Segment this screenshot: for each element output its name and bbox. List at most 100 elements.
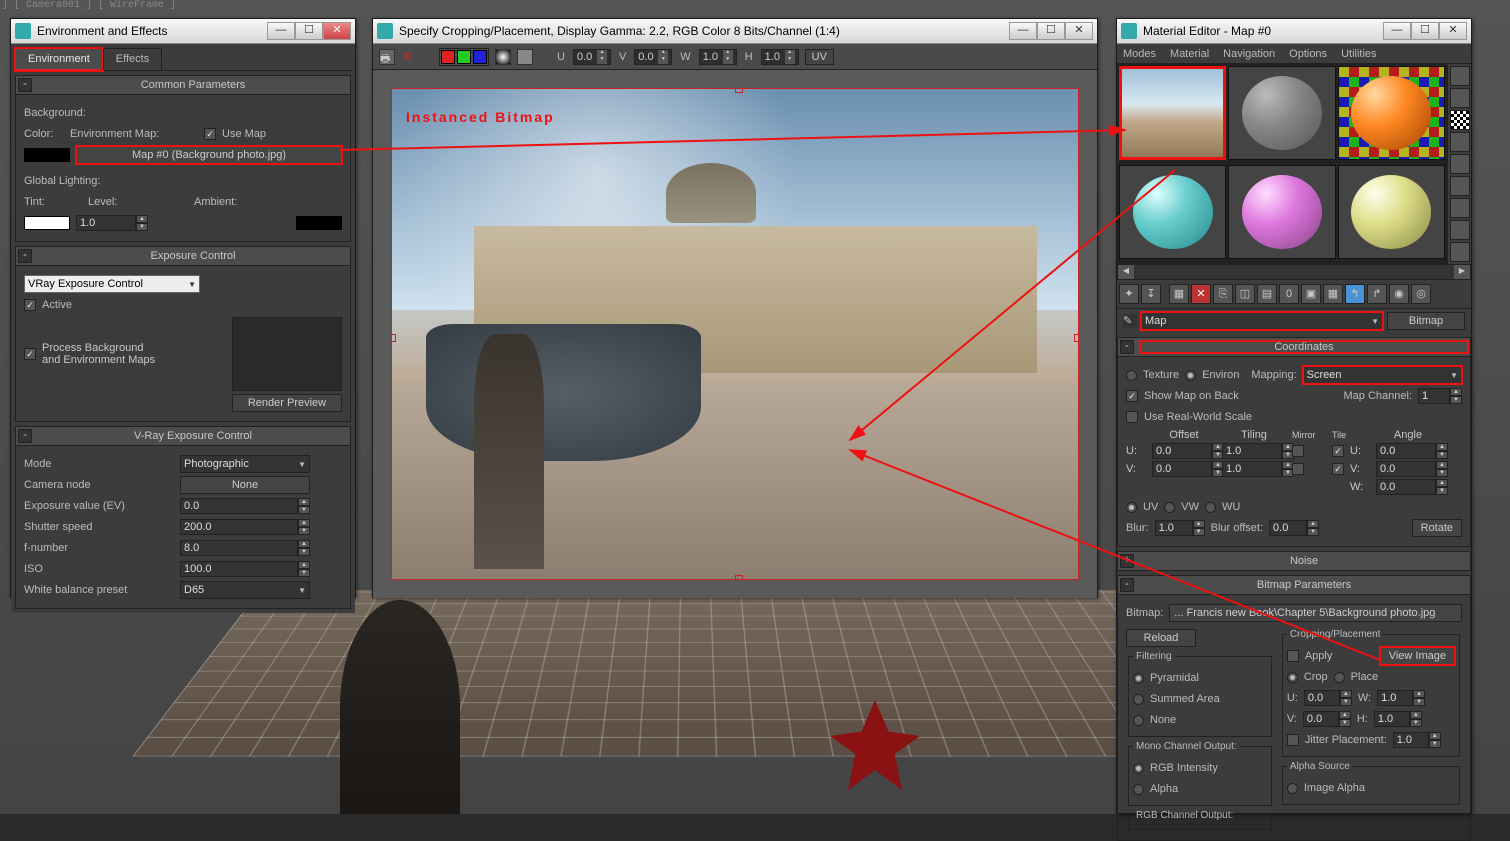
vw-radio[interactable] bbox=[1164, 502, 1175, 513]
background-color-swatch[interactable] bbox=[24, 148, 70, 162]
crop-handle[interactable] bbox=[1074, 334, 1079, 342]
fnumber-spinner[interactable]: 8.0▲▼ bbox=[180, 540, 310, 556]
bitmap-path-button[interactable]: ... Francis new Book\Chapter 5\Backgroun… bbox=[1169, 604, 1462, 622]
tab-effects[interactable]: Effects bbox=[103, 48, 162, 70]
minimize-button[interactable]: — bbox=[1383, 22, 1411, 40]
material-slot-3[interactable] bbox=[1338, 66, 1445, 160]
put-to-scene-icon[interactable]: ↧ bbox=[1141, 284, 1161, 304]
crop-h-spinner[interactable]: 1.0▲▼ bbox=[1374, 711, 1422, 727]
material-slot-2[interactable] bbox=[1228, 66, 1335, 160]
material-slot-5[interactable] bbox=[1228, 165, 1335, 259]
rollout-common-parameters[interactable]: - Common Parameters bbox=[15, 75, 351, 95]
menu-options[interactable]: Options bbox=[1289, 48, 1327, 60]
menu-utilities[interactable]: Utilities bbox=[1341, 48, 1376, 60]
background-icon[interactable] bbox=[1450, 110, 1470, 130]
blur-offset-spinner[interactable]: 0.0▲▼ bbox=[1269, 520, 1319, 536]
u-spinner[interactable]: 0.0▲▼ bbox=[573, 49, 611, 65]
image-alpha-radio[interactable] bbox=[1287, 783, 1298, 794]
close-button[interactable]: ✕ bbox=[1439, 22, 1467, 40]
crop-image[interactable]: Instanced Bitmap bbox=[391, 88, 1079, 580]
menu-modes[interactable]: Modes bbox=[1123, 48, 1156, 60]
u-tile-checkbox[interactable] bbox=[1332, 445, 1344, 457]
rollout-exposure-control[interactable]: - Exposure Control bbox=[15, 246, 351, 266]
ev-spinner[interactable]: 0.0▲▼ bbox=[180, 498, 310, 514]
sample-uvtiling-icon[interactable] bbox=[1450, 132, 1470, 152]
crop-u-spinner[interactable]: 0.0▲▼ bbox=[1304, 690, 1352, 706]
mode-dropdown[interactable]: Photographic▼ bbox=[180, 455, 310, 473]
apply-checkbox[interactable] bbox=[1287, 650, 1299, 662]
none-radio[interactable] bbox=[1133, 715, 1144, 726]
menu-navigation[interactable]: Navigation bbox=[1223, 48, 1275, 60]
u-mirror-checkbox[interactable] bbox=[1292, 445, 1304, 457]
u-offset-spinner[interactable]: 0.0▲▼ bbox=[1152, 443, 1224, 459]
material-slot-6[interactable] bbox=[1338, 165, 1445, 259]
material-map-navigator-icon[interactable] bbox=[1450, 242, 1470, 262]
channel-g-button[interactable] bbox=[457, 50, 471, 64]
render-preview-button[interactable]: Render Preview bbox=[232, 394, 342, 412]
mono-icon[interactable] bbox=[517, 49, 533, 65]
rgb-intensity-radio[interactable] bbox=[1133, 763, 1144, 774]
tint-swatch[interactable] bbox=[24, 216, 70, 230]
slots-hscrollbar[interactable]: ◀▶ bbox=[1117, 264, 1471, 280]
rollout-noise[interactable]: + Noise bbox=[1117, 551, 1471, 571]
pick-from-object-icon[interactable]: ◎ bbox=[1411, 284, 1431, 304]
show-end-result-icon[interactable]: ▦ bbox=[1323, 284, 1343, 304]
jitter-spinner[interactable]: 1.0▲▼ bbox=[1393, 732, 1441, 748]
close-button[interactable]: ✕ bbox=[1065, 22, 1093, 40]
crop-radio[interactable] bbox=[1287, 672, 1298, 683]
alpha-icon[interactable] bbox=[495, 49, 511, 65]
rotate-button[interactable]: Rotate bbox=[1412, 519, 1462, 537]
w-angle-spinner[interactable]: 0.0▲▼ bbox=[1376, 479, 1448, 495]
window-titlebar[interactable]: Environment and Effects — ☐ ✕ bbox=[11, 19, 355, 44]
select-by-material-icon[interactable] bbox=[1450, 220, 1470, 240]
place-radio[interactable] bbox=[1334, 672, 1345, 683]
rollout-toggle-icon[interactable]: + bbox=[1120, 554, 1134, 568]
texture-radio[interactable] bbox=[1126, 370, 1137, 381]
close-button[interactable]: ✕ bbox=[323, 22, 351, 40]
pick-material-icon[interactable]: ◉ bbox=[1389, 284, 1409, 304]
show-map-on-back-checkbox[interactable] bbox=[1126, 390, 1138, 402]
alpha-radio[interactable] bbox=[1133, 784, 1144, 795]
u-angle-spinner[interactable]: 0.0▲▼ bbox=[1376, 443, 1448, 459]
assign-material-icon[interactable]: ▦ bbox=[1169, 284, 1189, 304]
shutter-spinner[interactable]: 200.0▲▼ bbox=[180, 519, 310, 535]
w-spinner[interactable]: 1.0▲▼ bbox=[699, 49, 737, 65]
print-icon[interactable]: 🖶 bbox=[379, 49, 395, 65]
crop-handle[interactable] bbox=[391, 334, 396, 342]
crop-handle[interactable] bbox=[735, 575, 743, 580]
v-angle-spinner[interactable]: 0.0▲▼ bbox=[1376, 461, 1448, 477]
real-world-scale-checkbox[interactable] bbox=[1126, 411, 1138, 423]
rollout-bitmap-parameters[interactable]: - Bitmap Parameters bbox=[1117, 575, 1471, 595]
menu-material[interactable]: Material bbox=[1170, 48, 1209, 60]
rollout-coordinates[interactable]: - Coordinates bbox=[1117, 337, 1471, 357]
eyedropper-icon[interactable]: ✎ bbox=[1123, 314, 1137, 328]
v-tiling-spinner[interactable]: 1.0▲▼ bbox=[1222, 461, 1294, 477]
minimize-button[interactable]: — bbox=[267, 22, 295, 40]
rollout-vray-exposure[interactable]: - V-Ray Exposure Control bbox=[15, 426, 351, 446]
wb-dropdown[interactable]: D65▼ bbox=[180, 581, 310, 599]
v-offset-spinner[interactable]: 0.0▲▼ bbox=[1152, 461, 1224, 477]
go-forward-icon[interactable]: ↱ bbox=[1367, 284, 1387, 304]
v-mirror-checkbox[interactable] bbox=[1292, 463, 1304, 475]
scroll-left-icon[interactable]: ◀ bbox=[1118, 265, 1134, 279]
ambient-swatch[interactable] bbox=[296, 216, 342, 230]
map-channel-spinner[interactable]: 1▲▼ bbox=[1418, 388, 1462, 404]
environment-map-button[interactable]: Map #0 (Background photo.jpg) bbox=[76, 146, 342, 164]
rollout-toggle-icon[interactable]: - bbox=[1120, 340, 1134, 354]
use-map-checkbox[interactable] bbox=[204, 128, 216, 140]
active-checkbox[interactable] bbox=[24, 299, 36, 311]
crop-v-spinner[interactable]: 0.0▲▼ bbox=[1303, 711, 1351, 727]
iso-spinner[interactable]: 100.0▲▼ bbox=[180, 561, 310, 577]
u-tiling-spinner[interactable]: 1.0▲▼ bbox=[1222, 443, 1294, 459]
maximize-button[interactable]: ☐ bbox=[1411, 22, 1439, 40]
put-to-library-icon[interactable]: ▤ bbox=[1257, 284, 1277, 304]
rollout-toggle-icon[interactable]: - bbox=[18, 429, 32, 443]
scroll-right-icon[interactable]: ▶ bbox=[1454, 265, 1470, 279]
pyramidal-radio[interactable] bbox=[1133, 673, 1144, 684]
exposure-control-dropdown[interactable]: VRay Exposure Control▼ bbox=[24, 275, 200, 293]
environ-radio[interactable] bbox=[1185, 370, 1196, 381]
rollout-toggle-icon[interactable]: - bbox=[1120, 578, 1134, 592]
make-copy-icon[interactable]: ⎘ bbox=[1213, 284, 1233, 304]
maximize-button[interactable]: ☐ bbox=[295, 22, 323, 40]
uv-toggle-button[interactable]: UV bbox=[805, 49, 834, 65]
